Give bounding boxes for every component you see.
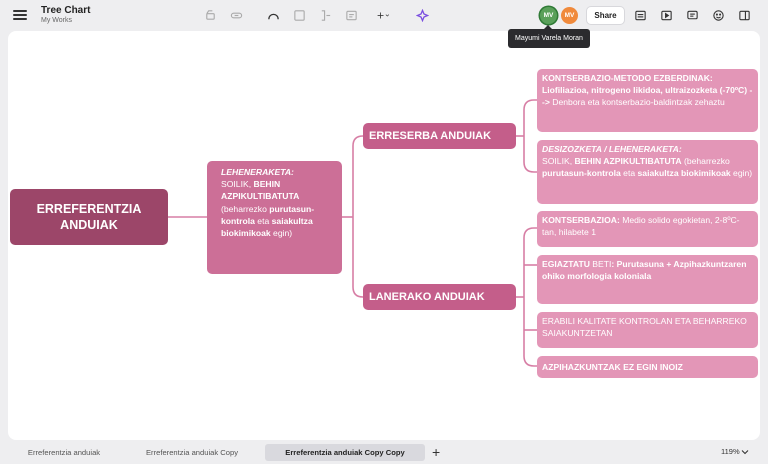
mindmap-canvas[interactable]: ERREFERENTZIA ANDUIAK LEHENERAKETA: SOIL… [8, 31, 760, 440]
branch-lanerako-node[interactable]: LANERAKO ANDUIAK [363, 284, 516, 310]
sheet-tab-1[interactable]: Erreferentzia anduiak [12, 444, 116, 461]
leaf-text: saiakultza biokimikoak [637, 168, 731, 179]
branch-erreserba-node[interactable]: ERRESERBA ANDUIAK [363, 123, 516, 149]
bottom-bar: Erreferentzia anduiak Erreferentzia andu… [0, 441, 768, 464]
document-folder[interactable]: My Works [41, 17, 72, 24]
leaf-text: (beharrezko [681, 156, 730, 167]
insert-plus-dropdown-icon[interactable] [372, 9, 394, 22]
leaf-text: egin) [730, 168, 753, 179]
chevron-down-icon[interactable] [741, 448, 749, 456]
leaf-desizozketa[interactable]: DESIZOZKETA / LEHENERAKETA: SOILIK, BEHI… [537, 140, 758, 204]
hamburger-menu-icon[interactable] [13, 8, 27, 22]
link-icon[interactable] [229, 9, 243, 22]
boundary-icon[interactable] [318, 9, 332, 22]
leaf-kontserbazioa[interactable]: KONTSERBAZIOA: Medio solido egokietan, 2… [537, 211, 758, 247]
undo-history-icon[interactable] [203, 9, 217, 22]
zoom-level[interactable]: 119% [721, 447, 740, 456]
root-node[interactable]: ERREFERENTZIA ANDUIAK [10, 189, 168, 245]
play-icon[interactable] [659, 9, 673, 22]
sheet-tab-3[interactable]: Erreferentzia anduiak Copy Copy [265, 444, 425, 461]
present-icon[interactable] [633, 9, 647, 22]
document-title[interactable]: Tree Chart [41, 5, 90, 16]
frame-icon[interactable] [292, 9, 306, 22]
leaf-erabili[interactable]: ERABILI KALITATE KONTROLAN ETA BEHARREKO… [537, 312, 758, 348]
collaborator-avatar-1[interactable]: MV [540, 7, 557, 24]
lehenerateka-title: LEHENERAKETA: [221, 167, 294, 177]
add-sheet-icon[interactable]: + [432, 445, 440, 459]
ai-sparkle-icon[interactable] [415, 9, 429, 22]
leaf-text: SOILIK, [542, 156, 575, 167]
curved-connector-icon[interactable] [266, 9, 280, 22]
collaborator-avatar-2[interactable]: MV [561, 7, 578, 24]
lehenerateka-node[interactable]: LEHENERAKETA: SOILIK, BEHIN AZPIKULTIBAT… [207, 161, 342, 274]
leaf-text: BETI [592, 259, 612, 269]
share-button[interactable]: Share [586, 6, 625, 25]
lehenerateka-text: SOILIK, [221, 179, 254, 190]
leaf-title: DESIZOZKETA / LEHENERAKETA: [542, 144, 682, 154]
avatar-tooltip: Mayumi Varela Moran [508, 25, 590, 48]
emoji-icon[interactable] [711, 9, 725, 22]
leaf-text: EGIAZTATU [542, 259, 593, 269]
leaf-text: eta [620, 168, 638, 179]
sheet-tab-2[interactable]: Erreferentzia anduiak Copy [128, 444, 256, 461]
leaf-text: BEHIN AZPIKULTIBATUTA [574, 156, 682, 167]
leaf-azpihazkuntzak[interactable]: AZPIHAZKUNTZAK EZ EGIN INOIZ [537, 356, 758, 378]
note-icon[interactable] [344, 9, 358, 22]
leaf-text: KONTSERBAZIOA: [542, 215, 620, 225]
lehenerateka-text: (beharrezko [221, 203, 270, 214]
top-bar: Tree Chart My Works MV MV Share [0, 0, 768, 31]
leaf-text: Denbora eta kontserbazio-baldintzak zeha… [549, 97, 725, 108]
leaf-text: purutasun-kontrola [542, 168, 621, 179]
leaf-kontserbazio-metodo[interactable]: KONTSERBAZIO-METODO EZBERDINAK: Liofilia… [537, 69, 758, 132]
lehenerateka-text: egin) [270, 228, 293, 239]
comments-icon[interactable] [685, 9, 699, 22]
side-panel-icon[interactable] [737, 9, 751, 22]
lehenerateka-text: eta [254, 215, 272, 226]
leaf-egiaztatu[interactable]: EGIAZTATU BETI: Purutasuna + Azpihazkunt… [537, 255, 758, 304]
